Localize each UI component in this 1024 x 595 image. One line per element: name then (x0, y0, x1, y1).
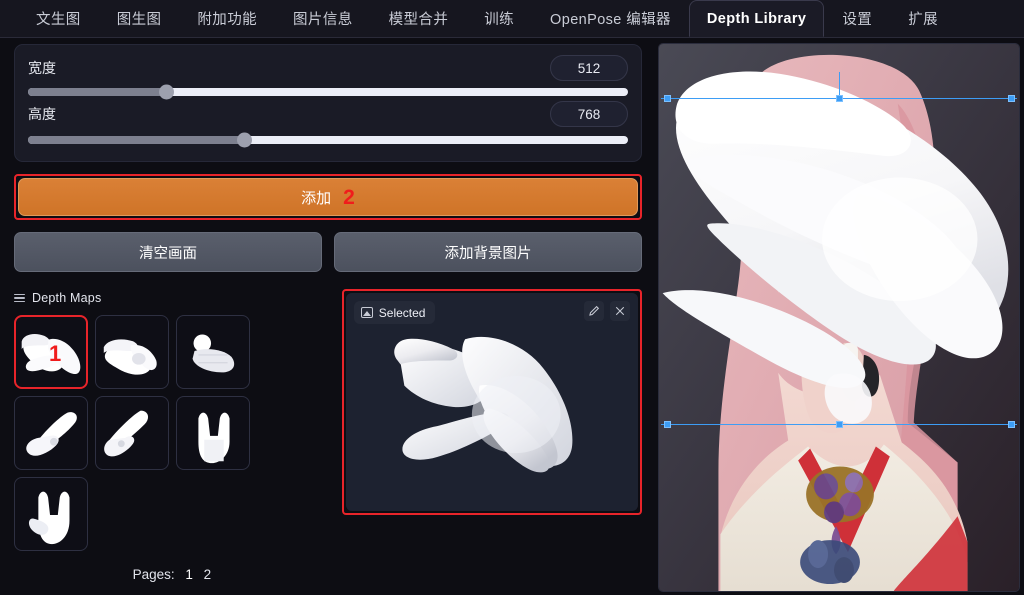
tab-train[interactable]: 训练 (466, 0, 532, 37)
depth-map-thumbnail-4[interactable] (14, 396, 88, 470)
selected-chip: Selected (353, 301, 436, 324)
height-slider-header: 高度 768 (28, 100, 628, 128)
depth-maps-grid: 1 (14, 315, 330, 551)
height-slider-fill (28, 136, 244, 144)
width-slider-row: 宽度 512 (28, 54, 628, 100)
width-slider-header: 宽度 512 (28, 54, 628, 82)
hand-fist-front-icon (192, 334, 235, 373)
selected-panel-highlight: Selected (341, 289, 642, 515)
page-1-button[interactable]: 1 (185, 567, 193, 582)
add-button-label: 添加 (301, 189, 332, 207)
height-slider-track[interactable] (28, 132, 628, 148)
tab-settings[interactable]: 设置 (824, 0, 890, 37)
height-slider-handle[interactable] (237, 132, 252, 148)
canvas-preview-panel[interactable] (658, 43, 1020, 592)
add-button-highlight: 添加 2 (14, 174, 642, 220)
tab-extras[interactable]: 附加功能 (179, 0, 275, 37)
depth-library-app: 文生图 图生图 附加功能 图片信息 模型合并 训练 OpenPose 编辑器 D… (0, 0, 1024, 595)
tab-depth-library[interactable]: Depth Library (688, 0, 825, 37)
main-tab-bar: 文生图 图生图 附加功能 图片信息 模型合并 训练 OpenPose 编辑器 D… (0, 0, 1024, 38)
tab-text-to-image[interactable]: 文生图 (18, 0, 99, 37)
tab-checkpoint-merger[interactable]: 模型合并 (371, 0, 467, 37)
hand-point-diagonal-icon (104, 410, 149, 457)
selected-depth-map-image (345, 293, 638, 511)
list-icon (14, 293, 25, 303)
selected-panel-tools (584, 301, 630, 321)
edit-button[interactable] (584, 301, 604, 321)
clear-canvas-button[interactable]: 清空画面 (14, 232, 322, 272)
width-slider-fill (28, 88, 166, 96)
depth-map-thumbnail-1[interactable]: 1 (14, 315, 88, 389)
tab-png-info[interactable]: 图片信息 (275, 0, 371, 37)
pencil-icon (589, 305, 600, 316)
width-label: 宽度 (28, 60, 56, 76)
height-label: 高度 (28, 106, 56, 122)
step-2-annotation: 2 (343, 185, 355, 209)
depth-maps-column: Depth Maps 1 Pages: 1 2 (14, 289, 330, 582)
width-slider-track[interactable] (28, 84, 628, 100)
depth-maps-header: Depth Maps (14, 289, 330, 307)
depth-map-thumbnail-6[interactable] (176, 396, 250, 470)
tab-image-to-image[interactable]: 图生图 (99, 0, 180, 37)
depth-maps-and-selected: Depth Maps 1 Pages: 1 2 Selected (14, 289, 642, 582)
image-icon (360, 307, 373, 318)
pages-label: Pages: (132, 567, 175, 582)
dimension-sliders-card: 宽度 512 高度 768 (14, 44, 642, 162)
tab-openpose-editor[interactable]: OpenPose 编辑器 (532, 0, 689, 37)
hand-horns-front-icon (198, 412, 230, 464)
step-1-annotation: 1 (49, 341, 62, 366)
hand-point-down-icon (26, 412, 77, 456)
left-panel: 宽度 512 高度 768 添加 2 清空画面 添加背景图片 Depth Map… (0, 38, 656, 595)
add-button[interactable]: 添加 2 (18, 178, 638, 216)
hand-horns-angled-icon (28, 491, 70, 545)
height-slider-row: 高度 768 (28, 100, 628, 148)
width-slider-handle[interactable] (159, 84, 174, 100)
add-background-image-button[interactable]: 添加背景图片 (334, 232, 642, 272)
selected-chip-label: Selected (378, 305, 426, 320)
depth-map-thumbnail-2[interactable] (95, 315, 169, 389)
depth-map-thumbnail-5[interactable] (95, 396, 169, 470)
depth-map-thumbnail-7[interactable] (14, 477, 88, 551)
close-button[interactable] (610, 301, 630, 321)
width-input[interactable]: 512 (550, 55, 628, 81)
depth-map-thumbnail-3[interactable] (176, 315, 250, 389)
selected-preview-panel[interactable]: Selected (345, 293, 638, 511)
pagination: Pages: 1 2 (14, 567, 330, 582)
height-input[interactable]: 768 (550, 101, 628, 127)
tab-extensions[interactable]: 扩展 (890, 0, 956, 37)
page-2-button[interactable]: 2 (204, 567, 212, 582)
depth-maps-title: Depth Maps (32, 291, 102, 305)
hand-claw-down-icon (103, 339, 157, 375)
action-buttons-row: 清空画面 添加背景图片 (14, 232, 642, 272)
close-icon (615, 306, 625, 316)
canvas-composite-image (659, 44, 1019, 591)
